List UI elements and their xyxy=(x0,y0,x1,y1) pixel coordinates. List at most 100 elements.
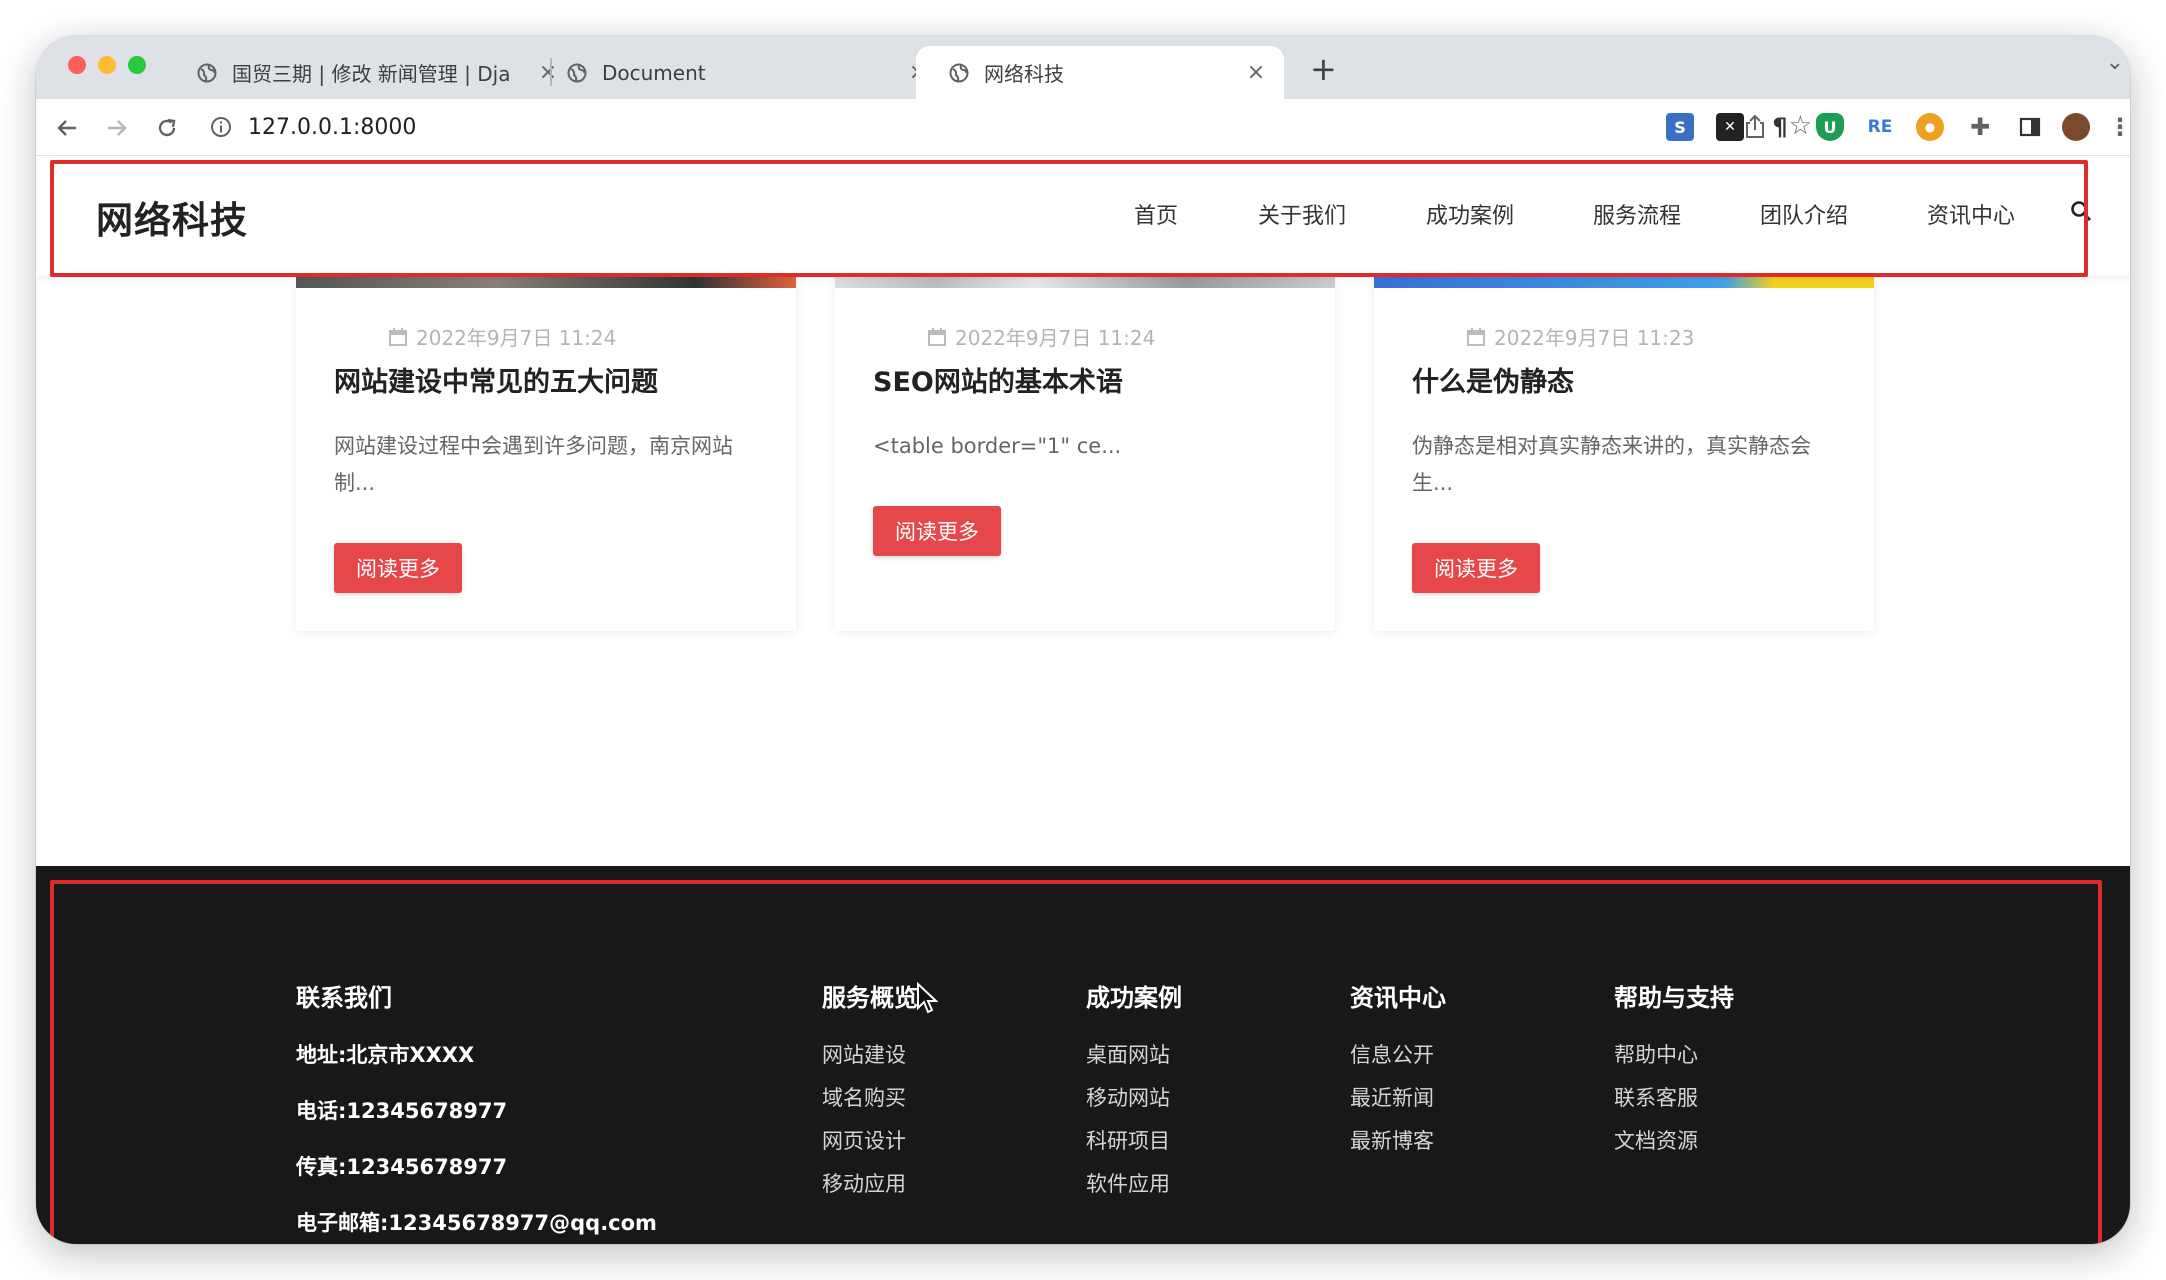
forward-button[interactable] xyxy=(100,111,134,145)
mouse-cursor-icon xyxy=(917,982,938,1014)
nav-item-cases[interactable]: 成功案例 xyxy=(1426,198,1514,230)
nav-item-about[interactable]: 关于我们 xyxy=(1258,198,1346,230)
card-date-text: 2022年9月7日 11:24 xyxy=(416,326,617,350)
tab-strip: 国贸三期 | 修改 新闻管理 | Djang × Document × 网络科技… xyxy=(36,36,2130,99)
card-title[interactable]: 什么是伪静态 xyxy=(1412,360,1574,399)
puzzle-icon[interactable]: ✚ xyxy=(1966,113,1994,141)
shield-extension-icon[interactable]: U xyxy=(1816,113,1844,141)
footer-link[interactable]: 科研项目 xyxy=(1086,1125,1182,1168)
footer-link[interactable]: 最近新闻 xyxy=(1350,1082,1446,1125)
browser-tab-active[interactable]: 网络科技 × xyxy=(916,46,1284,99)
sidepanel-icon[interactable] xyxy=(2016,113,2044,141)
footer-link[interactable]: 软件应用 xyxy=(1086,1168,1182,1211)
card-image xyxy=(1374,276,1874,288)
x-extension-icon[interactable]: ✕ xyxy=(1716,113,1744,141)
browser-toolbar: 127.0.0.1:8000 ☆ S ✕ ¶ U RE ● ✚ ⋮ xyxy=(36,99,2130,156)
orange-extension-icon[interactable]: ● xyxy=(1916,113,1944,141)
read-more-button[interactable]: 阅读更多 xyxy=(1412,543,1540,593)
calendar-icon xyxy=(389,327,407,346)
footer-link[interactable]: 网站建设 xyxy=(822,1039,918,1082)
footer-link[interactable]: 移动应用 xyxy=(822,1168,918,1211)
search-icon[interactable] xyxy=(2070,200,2094,224)
maximize-window-button[interactable] xyxy=(128,56,146,74)
back-button[interactable] xyxy=(50,111,84,145)
calendar-icon xyxy=(1467,327,1485,346)
footer-heading: 成功案例 xyxy=(1086,984,1182,1012)
footer-link[interactable]: 最新博客 xyxy=(1350,1125,1446,1168)
globe-icon xyxy=(948,62,970,84)
footer-link[interactable]: 信息公开 xyxy=(1350,1039,1446,1082)
footer-link[interactable]: 网页设计 xyxy=(822,1125,918,1168)
minimize-window-button[interactable] xyxy=(98,56,116,74)
browser-window: 国贸三期 | 修改 新闻管理 | Djang × Document × 网络科技… xyxy=(36,36,2130,1244)
reload-icon xyxy=(158,118,176,137)
url-text[interactable]: 127.0.0.1:8000 xyxy=(248,115,416,140)
read-more-button[interactable]: 阅读更多 xyxy=(873,506,1001,556)
globe-icon xyxy=(566,62,588,84)
nav-item-news[interactable]: 资讯中心 xyxy=(1927,198,2015,230)
tab-title: 国贸三期 | 修改 新闻管理 | Djang xyxy=(232,62,512,86)
card-image xyxy=(296,276,796,288)
browser-menu-icon[interactable]: ⋮ xyxy=(2106,113,2130,141)
close-window-button[interactable] xyxy=(68,56,86,74)
footer-column-services: 服务概览 网站建设 域名购买 网页设计 移动应用 xyxy=(822,978,918,1211)
footer-link[interactable]: 域名购买 xyxy=(822,1082,918,1125)
nav-item-team[interactable]: 团队介绍 xyxy=(1760,198,1848,230)
card-date: 2022年9月7日 11:24 xyxy=(388,322,616,351)
footer-contact: 联系我们 地址:北京市XXXX 电话:12345678977 传真:123456… xyxy=(296,978,657,1244)
arrow-left-icon xyxy=(57,120,76,136)
browser-tab[interactable]: 国贸三期 | 修改 新闻管理 | Djang × xyxy=(196,46,576,99)
arrow-right-icon xyxy=(108,120,127,136)
tab-close-icon[interactable]: × xyxy=(536,60,560,85)
footer-link[interactable]: 移动网站 xyxy=(1086,1082,1182,1125)
chevron-down-icon[interactable]: ⌄ xyxy=(2106,50,2124,75)
card-excerpt: <table border="1" ce... xyxy=(873,434,1122,458)
nav-item-home[interactable]: 首页 xyxy=(1134,198,1178,230)
footer-column-cases: 成功案例 桌面网站 移动网站 科研项目 软件应用 xyxy=(1086,978,1182,1211)
site-header: 网络科技 首页 关于我们 成功案例 服务流程 团队介绍 资讯中心 xyxy=(36,156,2130,276)
tab-title: Document xyxy=(602,60,706,85)
re-extension-icon[interactable]: RE xyxy=(1866,113,1894,141)
footer-heading: 联系我们 xyxy=(296,984,392,1012)
new-tab-button[interactable]: + xyxy=(1310,50,1337,88)
card-date: 2022年9月7日 11:24 xyxy=(927,322,1155,351)
webpage: 网络科技 首页 关于我们 成功案例 服务流程 团队介绍 资讯中心 2022年9月… xyxy=(36,156,2130,1244)
card-excerpt: 伪静态是相对真实静态来讲的，真实静态会生... xyxy=(1412,434,1811,495)
footer-link[interactable]: 帮助中心 xyxy=(1614,1039,1734,1082)
footer-column-help: 帮助与支持 帮助中心 联系客服 文档资源 xyxy=(1614,978,1734,1168)
site-footer: 联系我们 地址:北京市XXXX 电话:12345678977 传真:123456… xyxy=(36,866,2130,1244)
footer-heading: 资讯中心 xyxy=(1350,984,1446,1012)
footer-link[interactable]: 桌面网站 xyxy=(1086,1039,1182,1082)
tab-close-icon[interactable]: × xyxy=(1244,60,1268,85)
tab-separator xyxy=(550,58,552,86)
footer-link[interactable]: 文档资源 xyxy=(1614,1125,1734,1168)
share-icon[interactable] xyxy=(1742,113,1768,145)
info-icon[interactable] xyxy=(210,116,234,140)
nav-item-process[interactable]: 服务流程 xyxy=(1593,198,1681,230)
card-title[interactable]: SEO网站的基本术语 xyxy=(873,360,1123,399)
contact-address: 地址:北京市XXXX xyxy=(296,1043,475,1067)
paragraph-extension-icon[interactable]: ¶ xyxy=(1766,113,1794,141)
browser-tab[interactable]: Document × xyxy=(566,46,946,99)
screen-capture-icon[interactable]: S xyxy=(1666,113,1694,141)
profile-avatar[interactable] xyxy=(2062,113,2090,141)
calendar-icon xyxy=(928,327,946,346)
site-logo[interactable]: 网络科技 xyxy=(96,190,248,244)
news-card: 2022年9月7日 11:24 SEO网站的基本术语 <table border… xyxy=(835,276,1335,631)
card-date-text: 2022年9月7日 11:23 xyxy=(1494,326,1695,350)
contact-email: 电子邮箱:12345678977@qq.com xyxy=(296,1211,657,1235)
card-image xyxy=(835,276,1335,288)
contact-phone: 电话:12345678977 xyxy=(296,1099,508,1123)
reload-button[interactable] xyxy=(150,111,184,145)
footer-link[interactable]: 联系客服 xyxy=(1614,1082,1734,1125)
card-excerpt: 网站建设过程中会遇到许多问题，南京网站制... xyxy=(334,434,733,495)
card-title[interactable]: 网站建设中常见的五大问题 xyxy=(334,360,658,399)
globe-icon xyxy=(196,62,218,84)
card-date-text: 2022年9月7日 11:24 xyxy=(955,326,1156,350)
news-card: 2022年9月7日 11:24 网站建设中常见的五大问题 网站建设过程中会遇到许… xyxy=(296,276,796,631)
tab-title: 网络科技 xyxy=(984,62,1064,86)
footer-heading: 服务概览 xyxy=(822,984,918,1012)
footer-column-news: 资讯中心 信息公开 最近新闻 最新博客 xyxy=(1350,978,1446,1168)
card-date: 2022年9月7日 11:23 xyxy=(1466,322,1694,351)
read-more-button[interactable]: 阅读更多 xyxy=(334,543,462,593)
